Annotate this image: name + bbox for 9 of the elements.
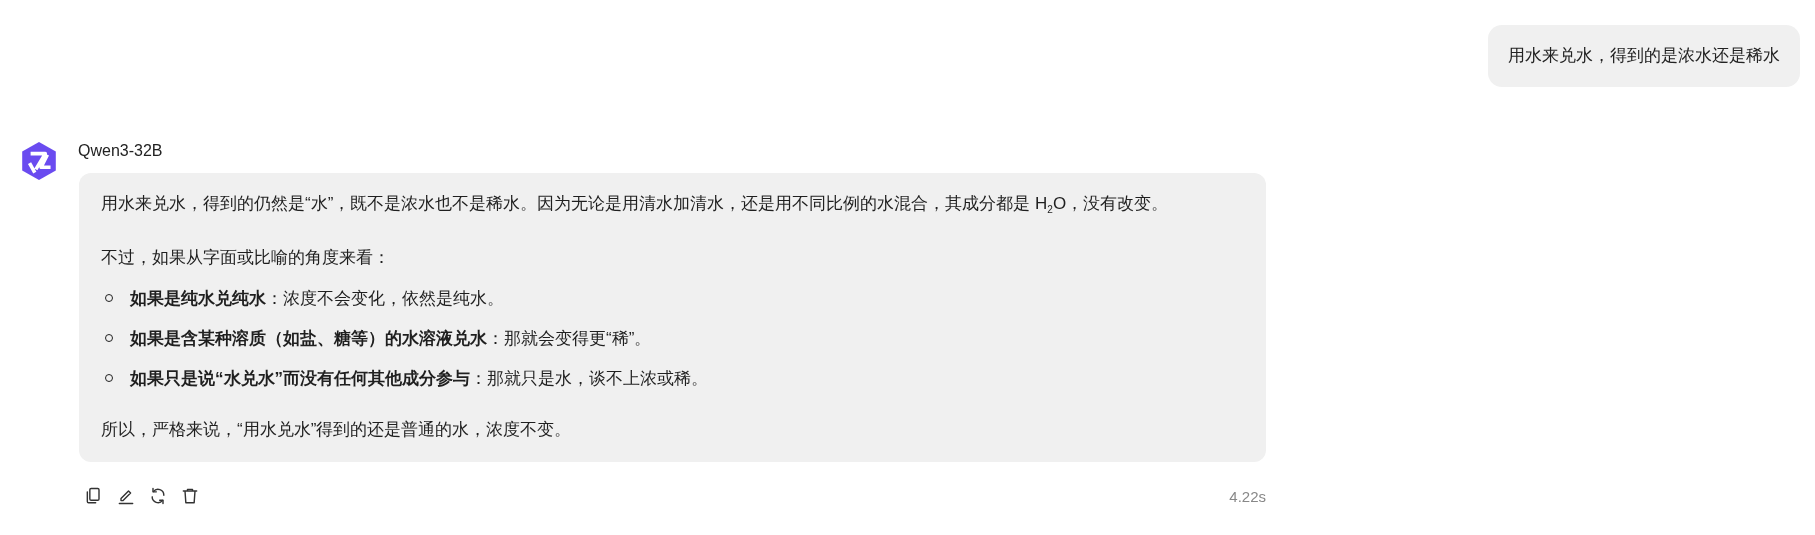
model-name: Qwen3-32B — [78, 142, 163, 160]
user-message: 用水来兑水，得到的是浓水还是稀水 — [1488, 25, 1800, 87]
list-item-text: 如果只是说“水兑水”而没有任何其他成分参与：那就只是水，谈不上浓或稀。 — [130, 367, 708, 390]
reply-paragraph: 所以，严格来说，“用水兑水”得到的还是普通的水，浓度不变。 — [101, 419, 573, 442]
response-time: 4.22s — [1229, 487, 1266, 505]
reply-paragraph: 不过，如果从字面或比喻的角度来看： — [101, 247, 391, 270]
list-item-text: 如果是含某种溶质（如盐、糖等）的水溶液兑水：那就会变得更“稀”。 — [130, 327, 652, 350]
list-item-text: 如果是纯水兑纯水：浓度不会变化，依然是纯水。 — [130, 287, 504, 310]
reply-paragraph: 用水来兑水，得到的仍然是“水”，既不是浓水也不是稀水。因为无论是用清水加清水，还是用不同比例的水混合，其成分都是 H$_{2}$O，没有改变。 — [101, 193, 1170, 218]
